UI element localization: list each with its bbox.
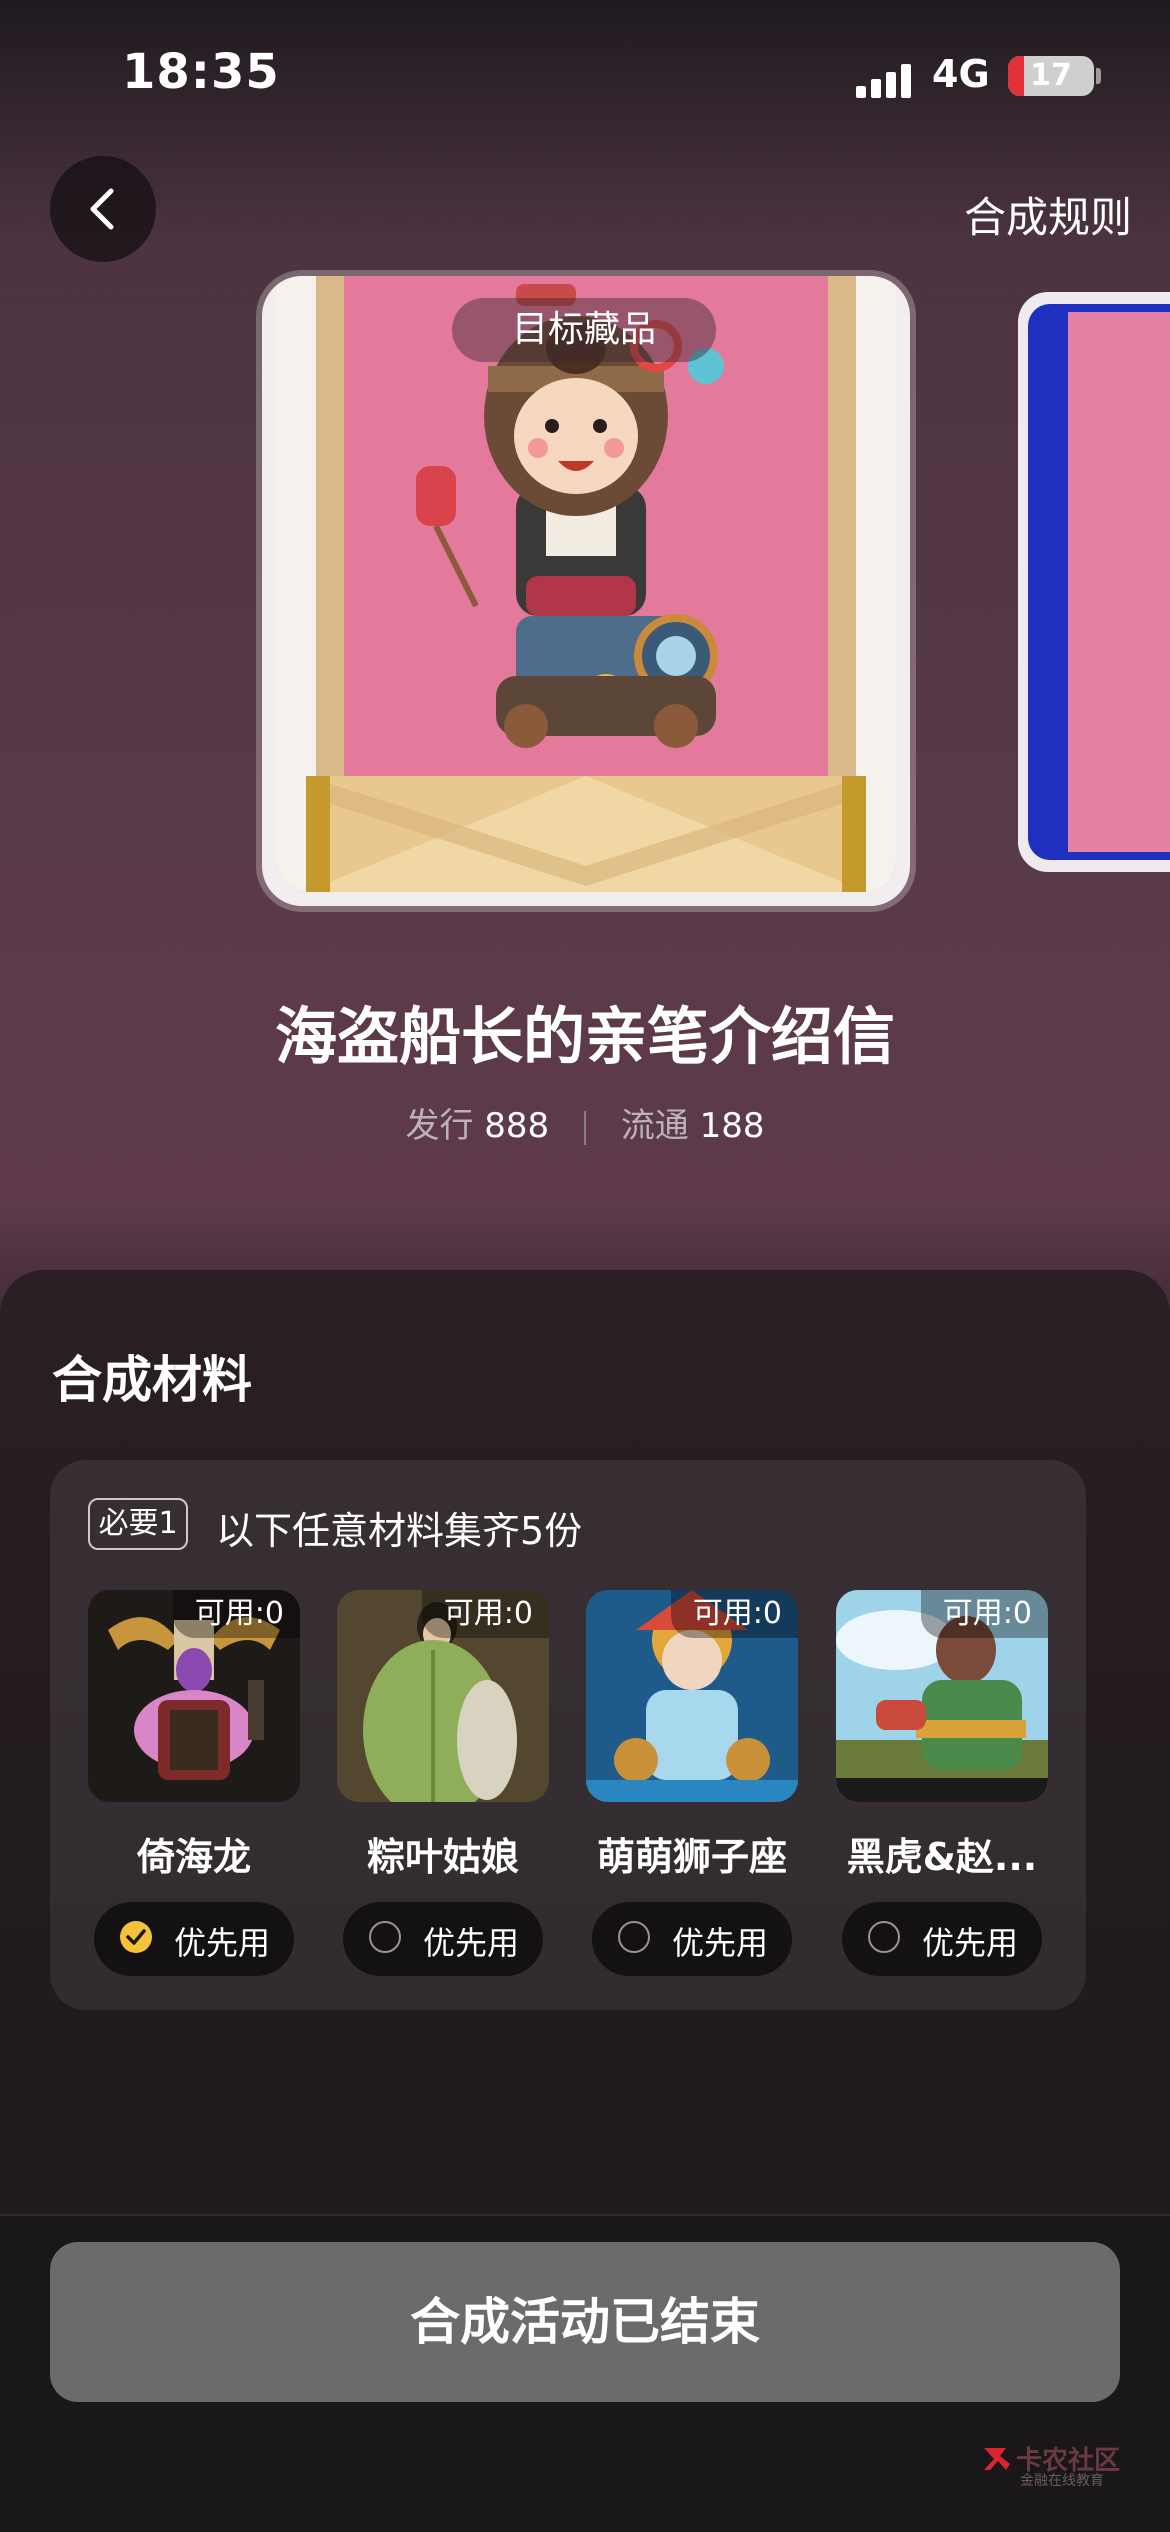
target-collectible-card[interactable]: [262, 276, 910, 906]
synthesis-rules-link[interactable]: 合成规则: [964, 184, 1132, 245]
status-time: 18:35: [122, 44, 280, 100]
radio-unchecked-icon: [618, 1921, 650, 1953]
material-item[interactable]: 可用:0 粽叶姑娘 优先用: [337, 1590, 549, 1976]
requirement-text: 以下任意材料集齐5份: [216, 1509, 583, 1553]
kanong-logo-icon: [984, 2448, 1010, 2470]
battery-level: 17: [1030, 58, 1072, 93]
circulation-label: 流通: [620, 1106, 689, 1146]
dragon-figure-art: 可用:0: [88, 1590, 300, 1802]
battery-tip: [1096, 68, 1101, 84]
priority-label: 优先用: [672, 1924, 769, 1962]
checkmark-icon: [120, 1921, 152, 1953]
available-count: 可用:0: [920, 1590, 1048, 1638]
available-count: 可用:0: [421, 1590, 549, 1638]
material-item[interactable]: 可用:0 黑虎&赵... 优先用: [836, 1590, 1048, 1976]
priority-label: 优先用: [423, 1924, 520, 1962]
materials-section-title: 合成材料: [52, 1351, 252, 1409]
material-name: 倚海龙: [136, 1835, 251, 1879]
priority-use-toggle[interactable]: 优先用: [842, 1902, 1042, 1976]
available-count: 可用:0: [172, 1590, 300, 1638]
leaf-girl-art: 可用:0: [337, 1590, 549, 1802]
priority-use-toggle[interactable]: 优先用: [94, 1902, 294, 1976]
circulation-value: 188: [699, 1106, 765, 1146]
material-item[interactable]: 可用:0 倚海龙 优先用: [88, 1590, 300, 1976]
collectible-title: 海盗船长的亲笔介绍信: [274, 1000, 895, 1073]
synthesis-ended-button[interactable]: 合成活动已结束: [50, 2242, 1120, 2402]
material-name: 黑虎&赵...: [846, 1835, 1038, 1879]
next-collectible-card[interactable]: [1018, 292, 1170, 872]
leo-lion-art: 可用:0: [586, 1590, 798, 1802]
issue-label: 发行: [405, 1106, 474, 1146]
stats-divider: [584, 1110, 586, 1145]
chevron-left-icon: [90, 188, 114, 230]
black-tiger-zhao-art: 可用:0: [836, 1590, 1048, 1802]
pirate-captain-letter-art: [276, 276, 896, 892]
priority-label: 优先用: [174, 1924, 271, 1962]
network-type: 4G: [932, 52, 990, 96]
issue-value: 888: [484, 1106, 550, 1146]
material-name: 萌萌狮子座: [596, 1835, 787, 1879]
radio-unchecked-icon: [868, 1921, 900, 1953]
material-item[interactable]: 可用:0 萌萌狮子座 优先用: [586, 1590, 798, 1976]
available-count: 可用:0: [670, 1590, 798, 1638]
required-tag: 必要1: [88, 1498, 188, 1550]
cellular-signal-icon: [856, 64, 911, 98]
battery-icon: 17: [1008, 56, 1094, 96]
watermark-sub: 金融在线教育: [1020, 2473, 1104, 2489]
priority-use-toggle[interactable]: 优先用: [343, 1902, 543, 1976]
target-collectible-tag: 目标藏品: [452, 298, 716, 362]
back-button[interactable]: [50, 156, 156, 262]
material-name: 粽叶姑娘: [366, 1835, 519, 1879]
watermark: 卡农社区 金融在线教育: [980, 2440, 1140, 2490]
priority-label: 优先用: [922, 1924, 1019, 1962]
priority-use-toggle[interactable]: 优先用: [592, 1902, 792, 1976]
pirate-captain-illustration: [306, 284, 866, 892]
status-bar: 18:35 4G 17: [0, 0, 1170, 150]
issue-stats: 发行 888 流通 188: [0, 1098, 1170, 1147]
radio-unchecked-icon: [369, 1921, 401, 1953]
